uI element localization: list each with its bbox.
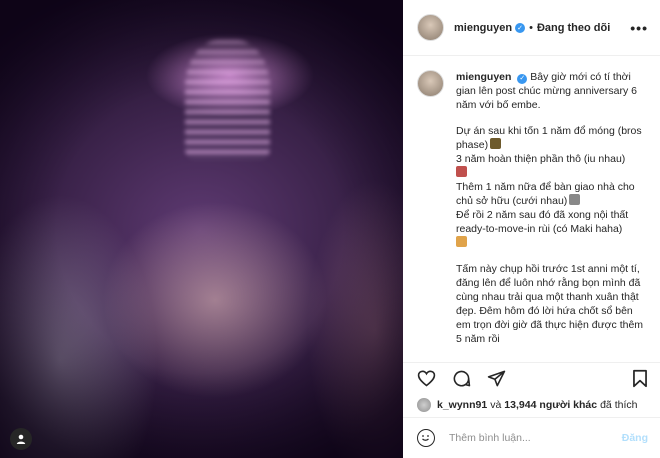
caption-line-2: 3 năm hoàn thiện phần thô (iu nhau) [456,153,626,165]
following-button[interactable]: Đang theo dõi [537,22,610,34]
heart-icon[interactable] [417,369,436,387]
couple-emoji-icon [456,166,467,177]
liker-avatar[interactable] [417,398,431,412]
action-bar [403,362,660,393]
construction-emoji-icon [490,138,502,149]
likes-count[interactable]: 13,944 [504,399,536,411]
post-comment-button[interactable]: Đăng [622,432,648,444]
user-tag-icon[interactable] [10,428,32,450]
caption-line-1: Dự án sau khi tốn 1 năm đổ móng (bros ph… [456,125,642,151]
post-photo[interactable] [0,0,403,458]
comment-icon[interactable] [452,369,471,388]
caption-line-4: Để rồi 2 năm sau đó đã xong nội thất rea… [456,209,629,235]
caption-avatar[interactable] [417,70,444,97]
emoji-icon[interactable] [417,429,435,447]
instagram-post: mienguyen ✓ • Đang theo dõi ••• mienguye… [0,0,660,458]
separator-dot: • [529,21,533,34]
family-emoji-icon [456,236,467,247]
likes-summary: k_wynn91 và 13,944 người khác đã thích [403,393,660,417]
bookmark-icon[interactable] [632,369,648,388]
caption-story: Tấm này chụp hồi trước 1st anni một tí, … [456,263,644,345]
post-header: mienguyen ✓ • Đang theo dõi ••• [403,0,660,56]
caption-paragraph-1: mienguyen ✓ Bây giờ mới có tí thời gian … [456,70,648,112]
photo-vignette [0,0,403,458]
avatar[interactable] [417,14,444,41]
likes-others-label[interactable]: người khác [539,399,597,411]
verified-badge-icon: ✓ [515,22,526,33]
caption-verified-icon: ✓ [517,74,528,84]
likes-and-label: và [490,399,502,411]
comment-input[interactable] [447,431,622,445]
comment-box: Đăng [403,417,660,458]
post-sidebar: mienguyen ✓ • Đang theo dõi ••• mienguye… [403,0,660,458]
share-icon[interactable] [487,369,506,388]
caption-paragraph-2: Dự án sau khi tốn 1 năm đổ móng (bros ph… [456,124,648,250]
caption-paragraph-3: Tấm này chụp hồi trước 1st anni một tí, … [456,262,648,346]
liker-username[interactable]: k_wynn91 [437,399,487,411]
caption-area: mienguyen ✓ Bây giờ mới có tí thời gian … [403,56,660,360]
more-options-icon[interactable]: ••• [630,20,648,36]
caption-text: mienguyen ✓ Bây giờ mới có tí thời gian … [456,70,648,360]
username-link[interactable]: mienguyen [454,22,512,34]
likes-liked-label: đã thích [600,399,638,411]
caption-username-link[interactable]: mienguyen [456,71,511,83]
caption-line-3: Thêm 1 năm nữa để bàn giao nhà cho chủ s… [456,181,635,207]
wedding-emoji-icon [569,194,581,205]
